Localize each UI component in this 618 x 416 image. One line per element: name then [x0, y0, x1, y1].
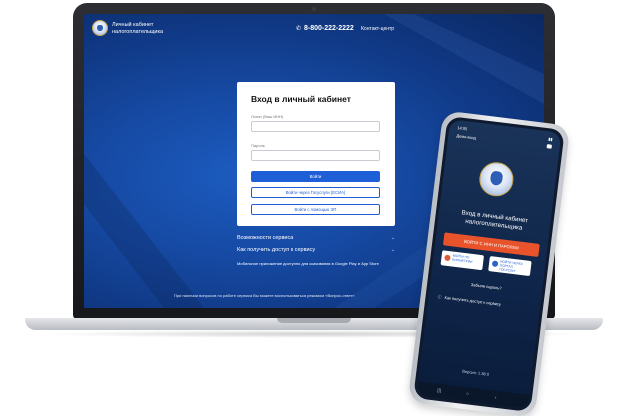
- app-version: Версия: 1.38.0: [462, 368, 490, 377]
- home-icon[interactable]: ○: [466, 391, 470, 397]
- laptop-notch: [277, 318, 351, 323]
- phone-status-time: 14:05: [457, 125, 468, 132]
- fns-emblem-icon[interactable]: [92, 20, 108, 36]
- gosuslugi-tile-label: ВОЙТИ ЧЕРЕЗ ПОРТАЛ ГОСУСЛУГ: [499, 259, 523, 273]
- phone-screen: 14:05 ▮▮ Демо-вход Вход в личный кабинет…: [416, 119, 562, 409]
- question-circle-icon: ⓘ: [437, 294, 442, 300]
- gosuslugi-login-button[interactable]: Войти через Госуслуги (ЕСИА): [251, 187, 380, 198]
- back-icon[interactable]: ‹: [494, 395, 496, 401]
- chevron-down-icon[interactable]: ⌄: [391, 235, 395, 241]
- share-icon[interactable]: [546, 144, 552, 149]
- phone-icon: ✆: [296, 26, 302, 32]
- fns-emblem-icon: [477, 160, 516, 199]
- access-link[interactable]: Как получить доступ к сервису: [237, 247, 315, 253]
- chevron-down-icon[interactable]: ⌄: [391, 247, 395, 253]
- header-title[interactable]: Личный кабинет налогоплательщика: [112, 22, 182, 35]
- header-contact-label: Контакт-центр: [361, 26, 395, 32]
- camera-icon: [312, 7, 316, 11]
- mobile-app-note: Мобильное приложение доступно для скачив…: [237, 261, 379, 266]
- gosuslugi-login-tile[interactable]: ВОЙТИ ЧЕРЕЗ ПОРТАЛ ГОСУСЛУГ: [488, 256, 532, 277]
- features-link[interactable]: Возможности сервиса: [237, 235, 293, 241]
- login-card: Вход в личный кабинет Логин (Ваш ИНН) Па…: [237, 82, 395, 226]
- login-title: Вход в личный кабинет: [251, 94, 351, 104]
- phone-access-link[interactable]: Как получить доступ к сервису: [444, 295, 501, 307]
- biometry-tile-label: ВОЙТИ ПО БИОМЕТРИИ: [452, 253, 473, 264]
- biometry-login-tile[interactable]: ВОЙТИ ПО БИОМЕТРИИ: [440, 250, 485, 271]
- phone-demo-login[interactable]: Демо-вход: [456, 133, 476, 140]
- android-nav-bar: ||| ○ ‹: [416, 381, 530, 409]
- login-input[interactable]: [251, 121, 380, 132]
- header-title-line2: налогоплательщика: [112, 28, 164, 35]
- battery-icon: ▮▮: [547, 136, 553, 142]
- ep-login-button[interactable]: Войти с помощью ЭП: [251, 204, 380, 215]
- biometry-icon: [444, 254, 451, 262]
- gosuslugi-icon: [491, 260, 499, 268]
- login-button[interactable]: Войти: [251, 171, 380, 182]
- phone-title: Вход в личный кабинет налогоплательщика: [438, 207, 551, 236]
- login-field-label: Логин (Ваш ИНН): [251, 114, 284, 119]
- recent-apps-icon[interactable]: |||: [437, 388, 442, 394]
- forgot-password-link[interactable]: Забыли пароль?: [430, 277, 542, 296]
- password-input[interactable]: [251, 150, 380, 161]
- password-field-label: Пароль: [251, 143, 265, 148]
- footer-note: При наличии вопросов по работе сервиса В…: [174, 293, 355, 298]
- header-phone-number[interactable]: 8-800-222-2222: [304, 25, 354, 32]
